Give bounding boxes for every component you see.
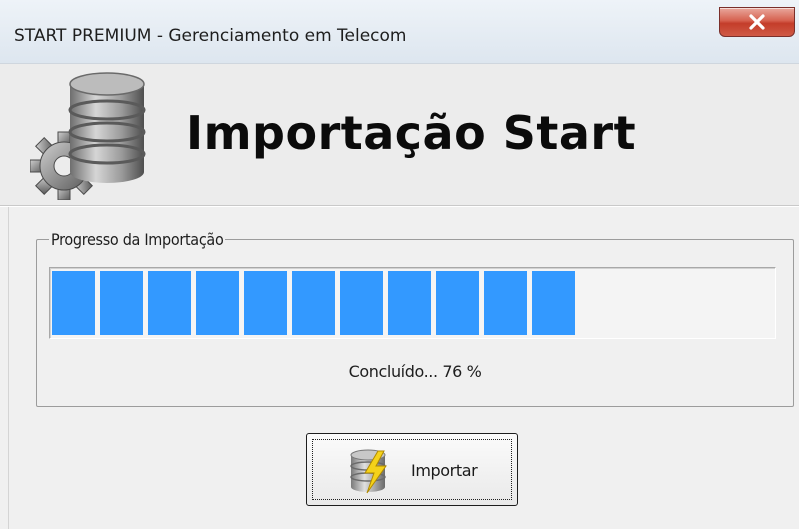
database-lightning-icon	[350, 449, 387, 494]
progress-groupbox: Progresso da Importação Concluído... 76 …	[36, 230, 794, 407]
import-button-label: Importar	[411, 461, 478, 480]
main-panel: Progresso da Importação Concluído... 76 …	[0, 207, 799, 529]
window-title: START PREMIUM - Gerenciamento em Telecom	[14, 26, 407, 46]
progress-status: Concluído... 76 %	[348, 362, 482, 381]
window-left-border	[0, 207, 9, 529]
close-button[interactable]	[719, 7, 795, 37]
progress-block	[148, 271, 191, 335]
progress-block	[388, 271, 431, 335]
progress-block	[292, 271, 335, 335]
progress-fill	[52, 271, 773, 335]
progress-block	[100, 271, 143, 335]
close-icon	[749, 14, 765, 30]
progress-block	[52, 271, 95, 335]
database-gear-icon	[30, 72, 146, 200]
progress-block	[532, 271, 575, 335]
progress-group-label: Progresso da Importação	[49, 230, 226, 249]
progress-block	[196, 271, 239, 335]
progress-block	[340, 271, 383, 335]
title-bar: START PREMIUM - Gerenciamento em Telecom	[0, 0, 799, 64]
progress-bar	[49, 267, 776, 339]
header-banner: Importação Start	[0, 64, 799, 206]
progress-block	[484, 271, 527, 335]
progress-block	[436, 271, 479, 335]
import-button[interactable]: Importar	[306, 433, 518, 506]
progress-block	[244, 271, 287, 335]
page-title: Importação Start	[186, 106, 637, 160]
